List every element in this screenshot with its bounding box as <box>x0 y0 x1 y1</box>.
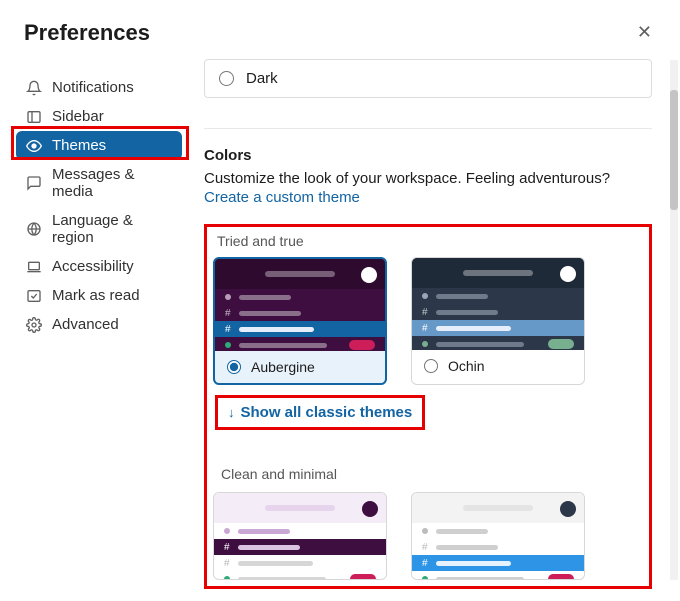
theme-label: Ochin <box>448 358 485 374</box>
eye-icon <box>26 138 42 154</box>
main-panel: Dark Colors Customize the look of your w… <box>190 57 680 601</box>
sidebar-item-sidebar[interactable]: Sidebar <box>16 102 182 131</box>
sidebar-item-label: Language & region <box>52 212 172 246</box>
gear-icon <box>26 317 42 333</box>
sidebar-item-notifications[interactable]: Notifications <box>16 73 182 102</box>
sidebar-item-label: Notifications <box>52 79 134 96</box>
dark-label: Dark <box>246 70 278 87</box>
create-custom-theme-link[interactable]: Create a custom theme <box>204 189 360 206</box>
highlight-box-themes-area: Tried and true # # <box>204 224 652 589</box>
theme-card-aubergine[interactable]: # # Aubergine <box>213 257 387 385</box>
panel-icon <box>26 109 42 125</box>
bell-icon <box>26 80 42 96</box>
sidebar-item-label: Accessibility <box>52 258 134 275</box>
theme-card-ochin[interactable]: # # Ochin <box>411 257 585 385</box>
sidebar-item-advanced[interactable]: Advanced <box>16 310 182 339</box>
colors-heading: Colors <box>204 147 652 164</box>
sidebar: Notifications Sidebar Themes Messages & … <box>0 57 190 601</box>
scrollbar[interactable] <box>670 60 678 580</box>
group-clean-minimal: Clean and minimal <box>221 466 635 482</box>
divider <box>204 128 652 129</box>
arrow-down-icon: ↓ <box>228 405 235 420</box>
theme-radio-ochin[interactable] <box>424 359 438 373</box>
sidebar-item-label: Advanced <box>52 316 119 333</box>
sidebar-item-label: Themes <box>52 137 106 154</box>
sidebar-item-label: Messages & media <box>52 166 172 200</box>
theme-label: Aubergine <box>251 359 315 375</box>
show-all-label: Show all classic themes <box>241 404 413 421</box>
laptop-icon <box>26 259 42 275</box>
check-icon <box>26 288 42 304</box>
dark-radio[interactable] <box>219 71 234 86</box>
show-all-classic-themes[interactable]: ↓ Show all classic themes <box>215 395 425 430</box>
close-icon[interactable]: ✕ <box>633 18 656 47</box>
sidebar-item-messages[interactable]: Messages & media <box>16 160 182 206</box>
sidebar-item-language[interactable]: Language & region <box>16 206 182 252</box>
globe-icon <box>26 221 42 237</box>
sidebar-item-themes[interactable]: Themes <box>16 131 182 160</box>
theme-mode-dark[interactable]: Dark <box>204 59 652 98</box>
sidebar-item-markasread[interactable]: Mark as read <box>16 281 182 310</box>
theme-radio-aubergine[interactable] <box>227 360 241 374</box>
sidebar-item-label: Sidebar <box>52 108 104 125</box>
colors-subtext: Customize the look of your workspace. Fe… <box>204 170 652 187</box>
theme-card-clean-2[interactable]: # # <box>411 492 585 580</box>
sidebar-item-accessibility[interactable]: Accessibility <box>16 252 182 281</box>
chat-icon <box>26 175 42 191</box>
sidebar-item-label: Mark as read <box>52 287 140 304</box>
scrollbar-thumb[interactable] <box>670 90 678 210</box>
theme-card-clean-1[interactable]: # # <box>213 492 387 580</box>
group-tried-true: Tried and true <box>217 233 635 249</box>
page-title: Preferences <box>24 20 150 46</box>
